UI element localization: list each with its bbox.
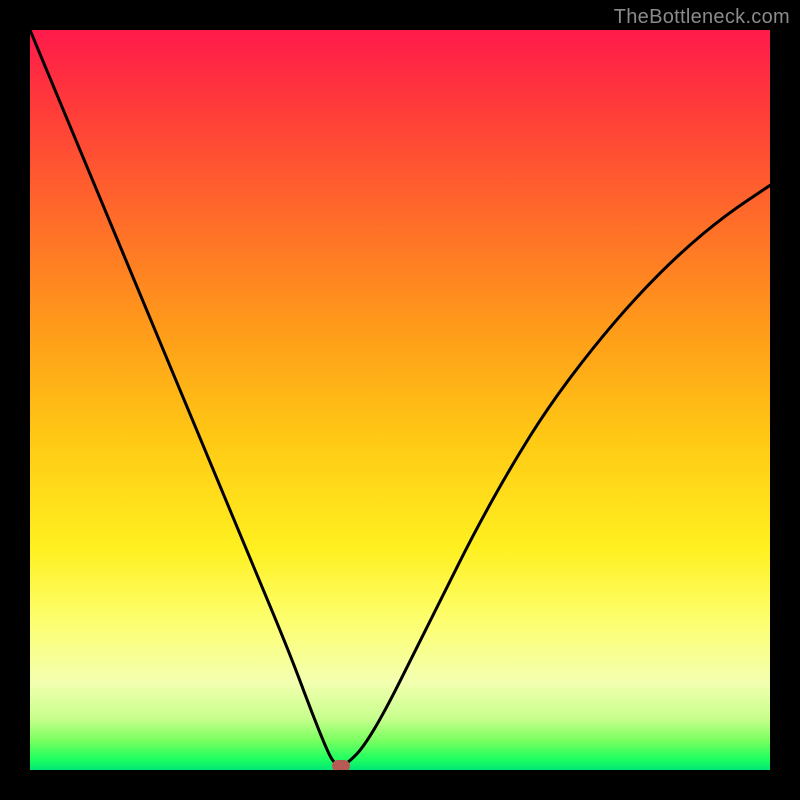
plot-area <box>30 30 770 770</box>
bottleneck-curve <box>30 30 770 770</box>
chart-frame: TheBottleneck.com <box>0 0 800 800</box>
watermark-text: TheBottleneck.com <box>614 6 790 29</box>
optimal-point-marker <box>332 760 350 770</box>
